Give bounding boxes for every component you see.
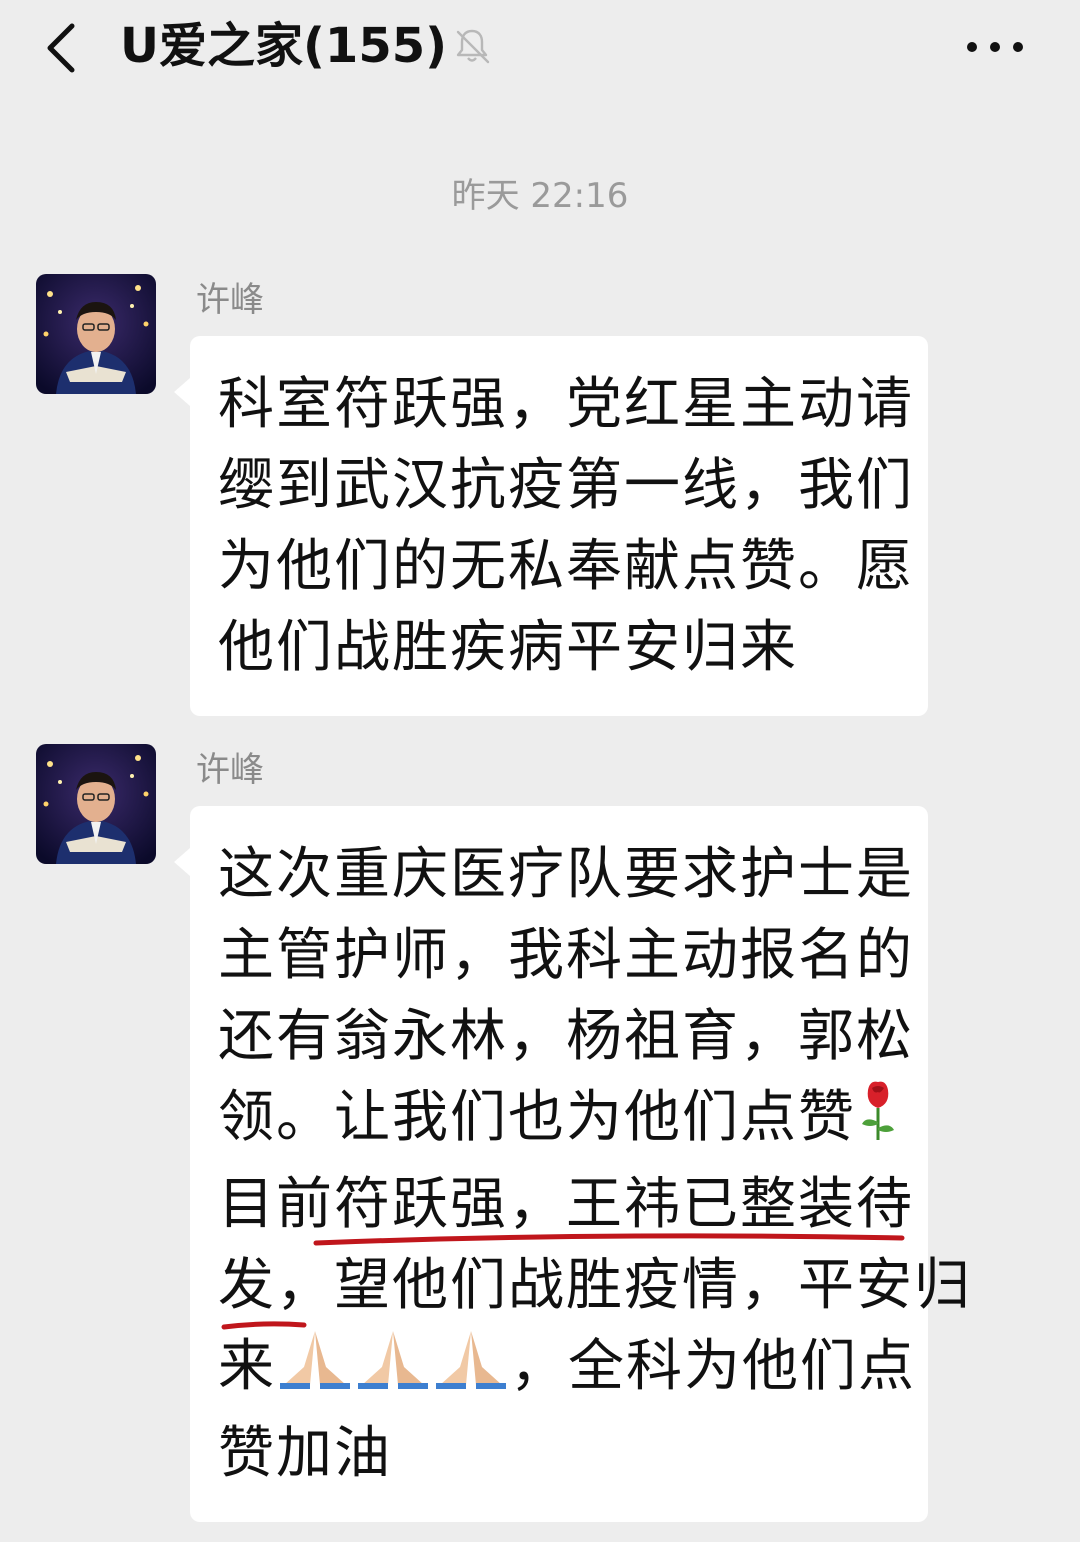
message-line: 主管护师，我科主动报名的 — [218, 923, 914, 988]
rose-emoji — [856, 1078, 900, 1164]
more-dots-icon — [967, 42, 1023, 52]
chat-header: U爱之家(155) — [0, 0, 1080, 100]
message-line: 赞加油 — [218, 1420, 392, 1486]
message-line-with-emoji: 来 ，全科为他们点 — [218, 1326, 914, 1413]
sender-name: 许峰 — [196, 280, 264, 320]
message-bubble[interactable]: 科室符跃强，党红星主动请 缨到武汉抗疫第一线，我们 为他们的无私奉献点赞。愿 他… — [174, 336, 928, 716]
message-line: 发，望他们战胜疫情，平安归 — [218, 1252, 972, 1318]
message-line: 缨到武汉抗疫第一线，我们 — [218, 453, 914, 518]
message-line: 还有翁永林，杨祖育，郭松 — [218, 1004, 914, 1069]
message-line: 为他们的无私奉献点赞。愿 — [218, 534, 914, 599]
message-line-text: ，全科为他们点 — [510, 1333, 916, 1399]
bell-off-icon — [452, 26, 492, 66]
sender-name: 许峰 — [196, 750, 264, 790]
message-line: 他们战胜疾病平安归来 — [218, 615, 798, 680]
avatar[interactable] — [36, 744, 156, 864]
more-button[interactable] — [960, 22, 1030, 72]
folded-hands-emoji — [276, 1327, 354, 1413]
folded-hands-emoji — [354, 1327, 432, 1413]
message-line: 这次重庆医疗队要求护士是 — [218, 842, 914, 907]
message-timestamp: 昨天 22:16 — [451, 176, 629, 216]
message-line: 科室符跃强，党红星主动请 — [218, 372, 914, 437]
avatar[interactable] — [36, 274, 156, 394]
message-line: 目前符跃强，王祎已整装待 — [218, 1171, 914, 1237]
message-line-text: 来 — [218, 1333, 276, 1399]
folded-hands-emoji — [432, 1327, 510, 1413]
chevron-left-icon — [47, 23, 75, 73]
message-line-text: 领。让我们也为他们点赞 — [218, 1085, 856, 1150]
chat-title: U爱之家(155) — [120, 18, 448, 74]
message-bubble[interactable]: 这次重庆医疗队要求护士是 主管护师，我科主动报名的 还有翁永林，杨祖育，郭松 领… — [174, 806, 972, 1522]
chat-screen: U爱之家(155) 昨天 22:16 许峰 科室符跃强，党红星主动请 缨到武汉抗… — [0, 0, 1080, 1542]
message-line-with-emoji: 领。让我们也为他们点赞 — [218, 1077, 900, 1164]
back-button[interactable] — [36, 18, 96, 78]
